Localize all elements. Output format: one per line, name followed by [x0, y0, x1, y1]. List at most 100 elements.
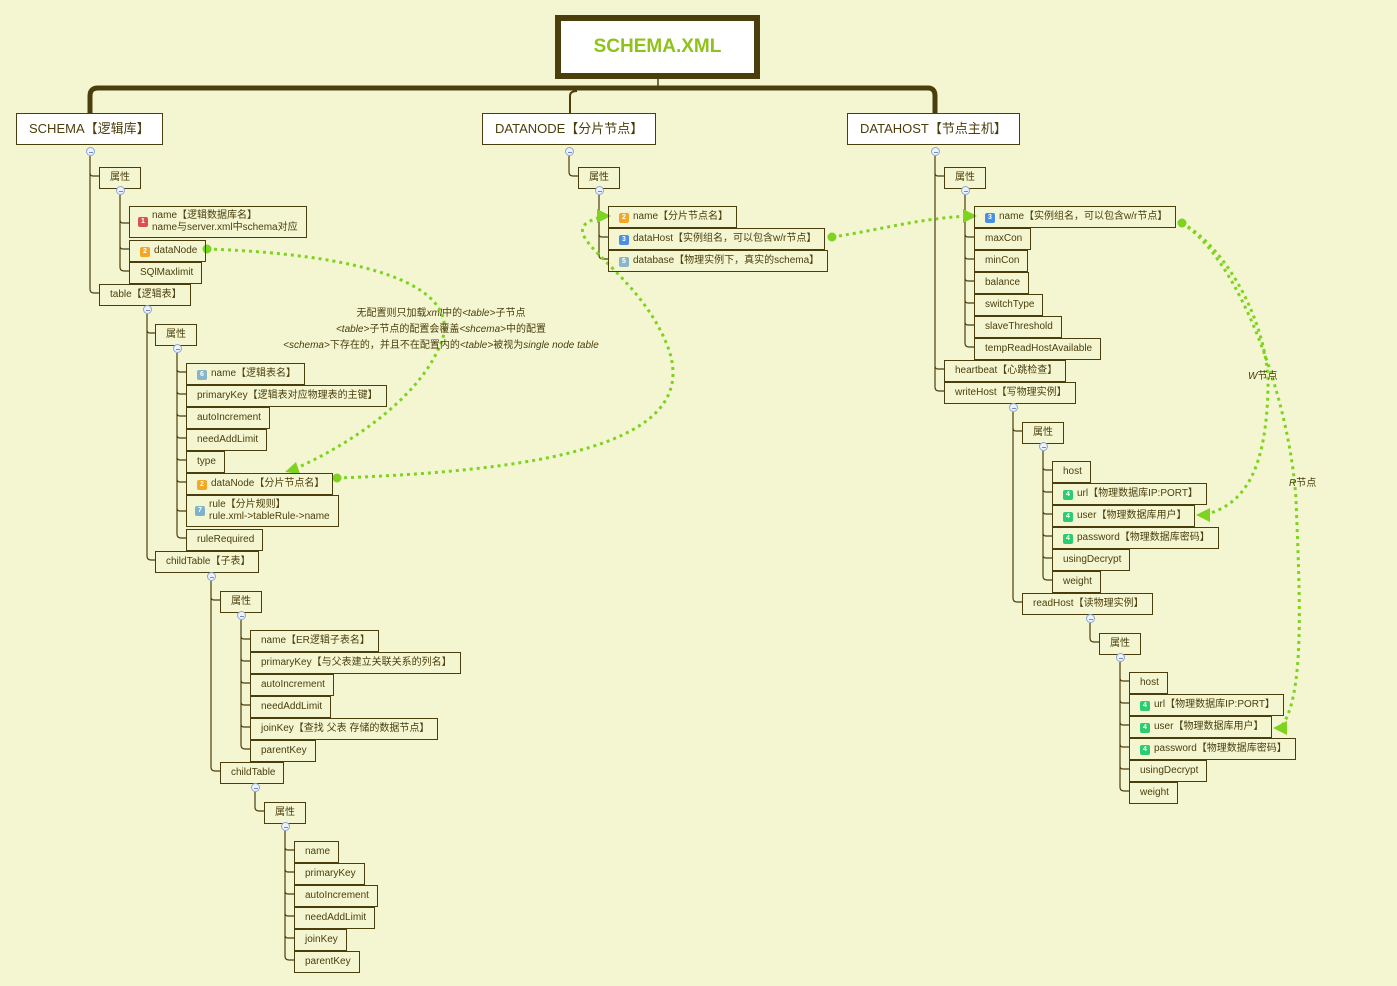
writehost-attrs-node[interactable]: 属性: [1022, 422, 1064, 444]
datahost-attr-balance[interactable]: balance: [974, 272, 1030, 294]
nested-childtable-attr-joinkey[interactable]: joinKey: [294, 929, 347, 951]
collapse-toggle-icon[interactable]: [931, 147, 940, 156]
datahost-attr-maxcon[interactable]: maxCon: [974, 228, 1032, 250]
table-attr-rulerequired[interactable]: ruleRequired: [186, 529, 264, 551]
writehost-attr-host[interactable]: host: [1052, 461, 1091, 483]
readhost-attr-password[interactable]: 4 password【物理数据库密码】: [1129, 738, 1296, 760]
annotation-line-2: <table>子节点的配置会覆盖<shcema>中的配置: [335, 324, 547, 335]
nested-childtable-attr-primarykey[interactable]: primaryKey: [294, 863, 365, 885]
datahost-attr-switchtype[interactable]: switchType: [974, 294, 1044, 316]
nested-childtable-attr-parentkey[interactable]: parentKey: [294, 951, 360, 973]
writehost-attr-usingdecrypt[interactable]: usingDecrypt: [1052, 549, 1131, 571]
table-attrs-node[interactable]: 属性: [155, 324, 197, 346]
collapse-toggle-icon[interactable]: [1009, 403, 1018, 412]
table-attr-rule[interactable]: 7 rule【分片规则】 rule.xml->tableRule->name: [186, 495, 339, 527]
collapse-toggle-icon[interactable]: [207, 572, 216, 581]
childtable-node[interactable]: childTable【子表】: [155, 551, 260, 573]
datahost-node[interactable]: DATAHOST【节点主机】: [847, 113, 1020, 145]
collapse-toggle-icon[interactable]: [116, 186, 125, 195]
collapse-toggle-icon[interactable]: [281, 822, 290, 831]
priority-badge-icon: 6: [197, 370, 207, 380]
datahost-attr-name[interactable]: 3 name【实例组名，可以包含w/r节点】: [974, 206, 1177, 228]
datahost-attr-mincon[interactable]: minCon: [974, 250, 1029, 272]
writehost-attr-url[interactable]: 4 url【物理数据库IP:PORT】: [1052, 483, 1207, 505]
node-label: 属性: [1110, 638, 1130, 649]
tree-connector: [1089, 623, 1099, 643]
childtable-attr-autoincrement[interactable]: autoIncrement: [250, 674, 334, 696]
readhost-attr-host[interactable]: host: [1129, 672, 1168, 694]
table-attr-name[interactable]: 6 name【逻辑表名】: [186, 363, 306, 385]
table-attr-datanode[interactable]: 2 dataNode【分片节点名】: [186, 473, 334, 495]
node-label: name: [305, 846, 331, 857]
schema-attr-name[interactable]: 1 name【逻辑数据库名】 name与server.xml中schema对应: [129, 206, 307, 238]
readhost-attr-user[interactable]: 4 user【物理数据库用户】: [1129, 716, 1273, 738]
nested-childtable-attr-needaddlimit[interactable]: needAddLimit: [294, 907, 376, 929]
table-attr-primarykey[interactable]: primaryKey【逻辑表对应物理表的主键】: [186, 385, 387, 407]
schema-attr-datanode[interactable]: 2 dataNode: [129, 240, 207, 262]
collapse-toggle-icon[interactable]: [86, 147, 95, 156]
writehost-attr-user[interactable]: 4 user【物理数据库用户】: [1052, 505, 1196, 527]
node-label: url【物理数据库IP:PORT】: [1077, 488, 1198, 499]
childtable-attr-needaddlimit[interactable]: needAddLimit: [250, 696, 332, 718]
schema-title: SCHEMA【逻辑库】: [29, 121, 150, 136]
root-node[interactable]: SCHEMA.XML: [555, 15, 760, 79]
tree-connector: [1119, 662, 1129, 792]
collapse-toggle-icon[interactable]: [173, 344, 182, 353]
nested-childtable-attrs-node[interactable]: 属性: [264, 802, 306, 824]
readhost-attr-usingdecrypt[interactable]: usingDecrypt: [1129, 760, 1208, 782]
node-label: parentKey: [261, 745, 307, 756]
datanode-node[interactable]: DATANODE【分片节点】: [482, 113, 657, 145]
node-label: parentKey: [305, 956, 351, 967]
priority-badge-icon: 4: [1063, 490, 1073, 500]
tree-connector: [89, 156, 99, 294]
collapse-toggle-icon[interactable]: [251, 783, 260, 792]
readhost-node[interactable]: readHost【读物理实例】: [1022, 593, 1153, 615]
nested-childtable-attr-name[interactable]: name: [294, 841, 340, 863]
childtable-attr-parentkey[interactable]: parentKey: [250, 740, 316, 762]
childtable-attr-name[interactable]: name【ER逻辑子表名】: [250, 630, 379, 652]
collapse-toggle-icon[interactable]: [565, 147, 574, 156]
writehost-attr-weight[interactable]: weight: [1052, 571, 1101, 593]
node-label: usingDecrypt: [1140, 765, 1199, 776]
schema-attr-sqlmaxlimit[interactable]: SQlMaxlimit: [129, 262, 203, 284]
priority-badge-icon: 4: [1063, 534, 1073, 544]
collapse-toggle-icon[interactable]: [1086, 614, 1095, 623]
node-label: table【逻辑表】: [110, 289, 182, 300]
collapse-toggle-icon[interactable]: [237, 611, 246, 620]
readhost-attr-url[interactable]: 4 url【物理数据库IP:PORT】: [1129, 694, 1284, 716]
table-attr-autoincrement[interactable]: autoIncrement: [186, 407, 270, 429]
writehost-node[interactable]: writeHost【写物理实例】: [944, 382, 1076, 404]
tree-connector: [1042, 451, 1052, 581]
datanode-attr-name[interactable]: 2 name【分片节点名】: [608, 206, 738, 228]
nested-childtable-node[interactable]: childTable: [220, 762, 285, 784]
relationship-start-dot: [827, 232, 837, 242]
tree-connector: [284, 831, 294, 961]
writehost-attr-password[interactable]: 4 password【物理数据库密码】: [1052, 527, 1219, 549]
schema-node[interactable]: SCHEMA【逻辑库】: [16, 113, 163, 145]
node-label: minCon: [985, 255, 1020, 266]
table-attr-type[interactable]: type: [186, 451, 225, 473]
node-label: DATAHOST【节点主机】: [860, 121, 1007, 136]
node-label: slaveThreshold: [985, 321, 1053, 332]
heartbeat-node[interactable]: heartbeat【心跳检查】: [944, 360, 1067, 382]
datahost-attr-tempreadhostavailable[interactable]: tempReadHostAvailable: [974, 338, 1102, 360]
priority-badge-icon: 4: [1140, 701, 1150, 711]
datanode-attr-datahost[interactable]: 3 dataHost【实例组名，可以包含w/r节点】: [608, 228, 826, 250]
datanode-attr-database[interactable]: 5 database【物理实例下，真实的schema】: [608, 250, 829, 272]
childtable-attr-primarykey[interactable]: primaryKey【与父表建立关联关系的列名】: [250, 652, 461, 674]
datahost-attr-slavethreshold[interactable]: slaveThreshold: [974, 316, 1062, 338]
table-attr-needaddlimit[interactable]: needAddLimit: [186, 429, 268, 451]
tree-connector: [146, 314, 155, 561]
collapse-toggle-icon[interactable]: [595, 186, 604, 195]
readhost-attr-weight[interactable]: weight: [1129, 782, 1178, 804]
collapse-toggle-icon[interactable]: [1039, 442, 1048, 451]
collapse-toggle-icon[interactable]: [1116, 653, 1125, 662]
childtable-attr-joinkey[interactable]: joinKey【查找 父表 存储的数据节点】: [250, 718, 439, 740]
readhost-attrs-node[interactable]: 属性: [1099, 633, 1141, 655]
collapse-toggle-icon[interactable]: [961, 186, 970, 195]
collapse-toggle-icon[interactable]: [143, 305, 152, 314]
node-label: 属性: [275, 807, 295, 818]
table-node[interactable]: table【逻辑表】: [99, 284, 191, 306]
childtable-attrs-node[interactable]: 属性: [220, 591, 262, 613]
nested-childtable-attr-autoincrement[interactable]: autoIncrement: [294, 885, 378, 907]
